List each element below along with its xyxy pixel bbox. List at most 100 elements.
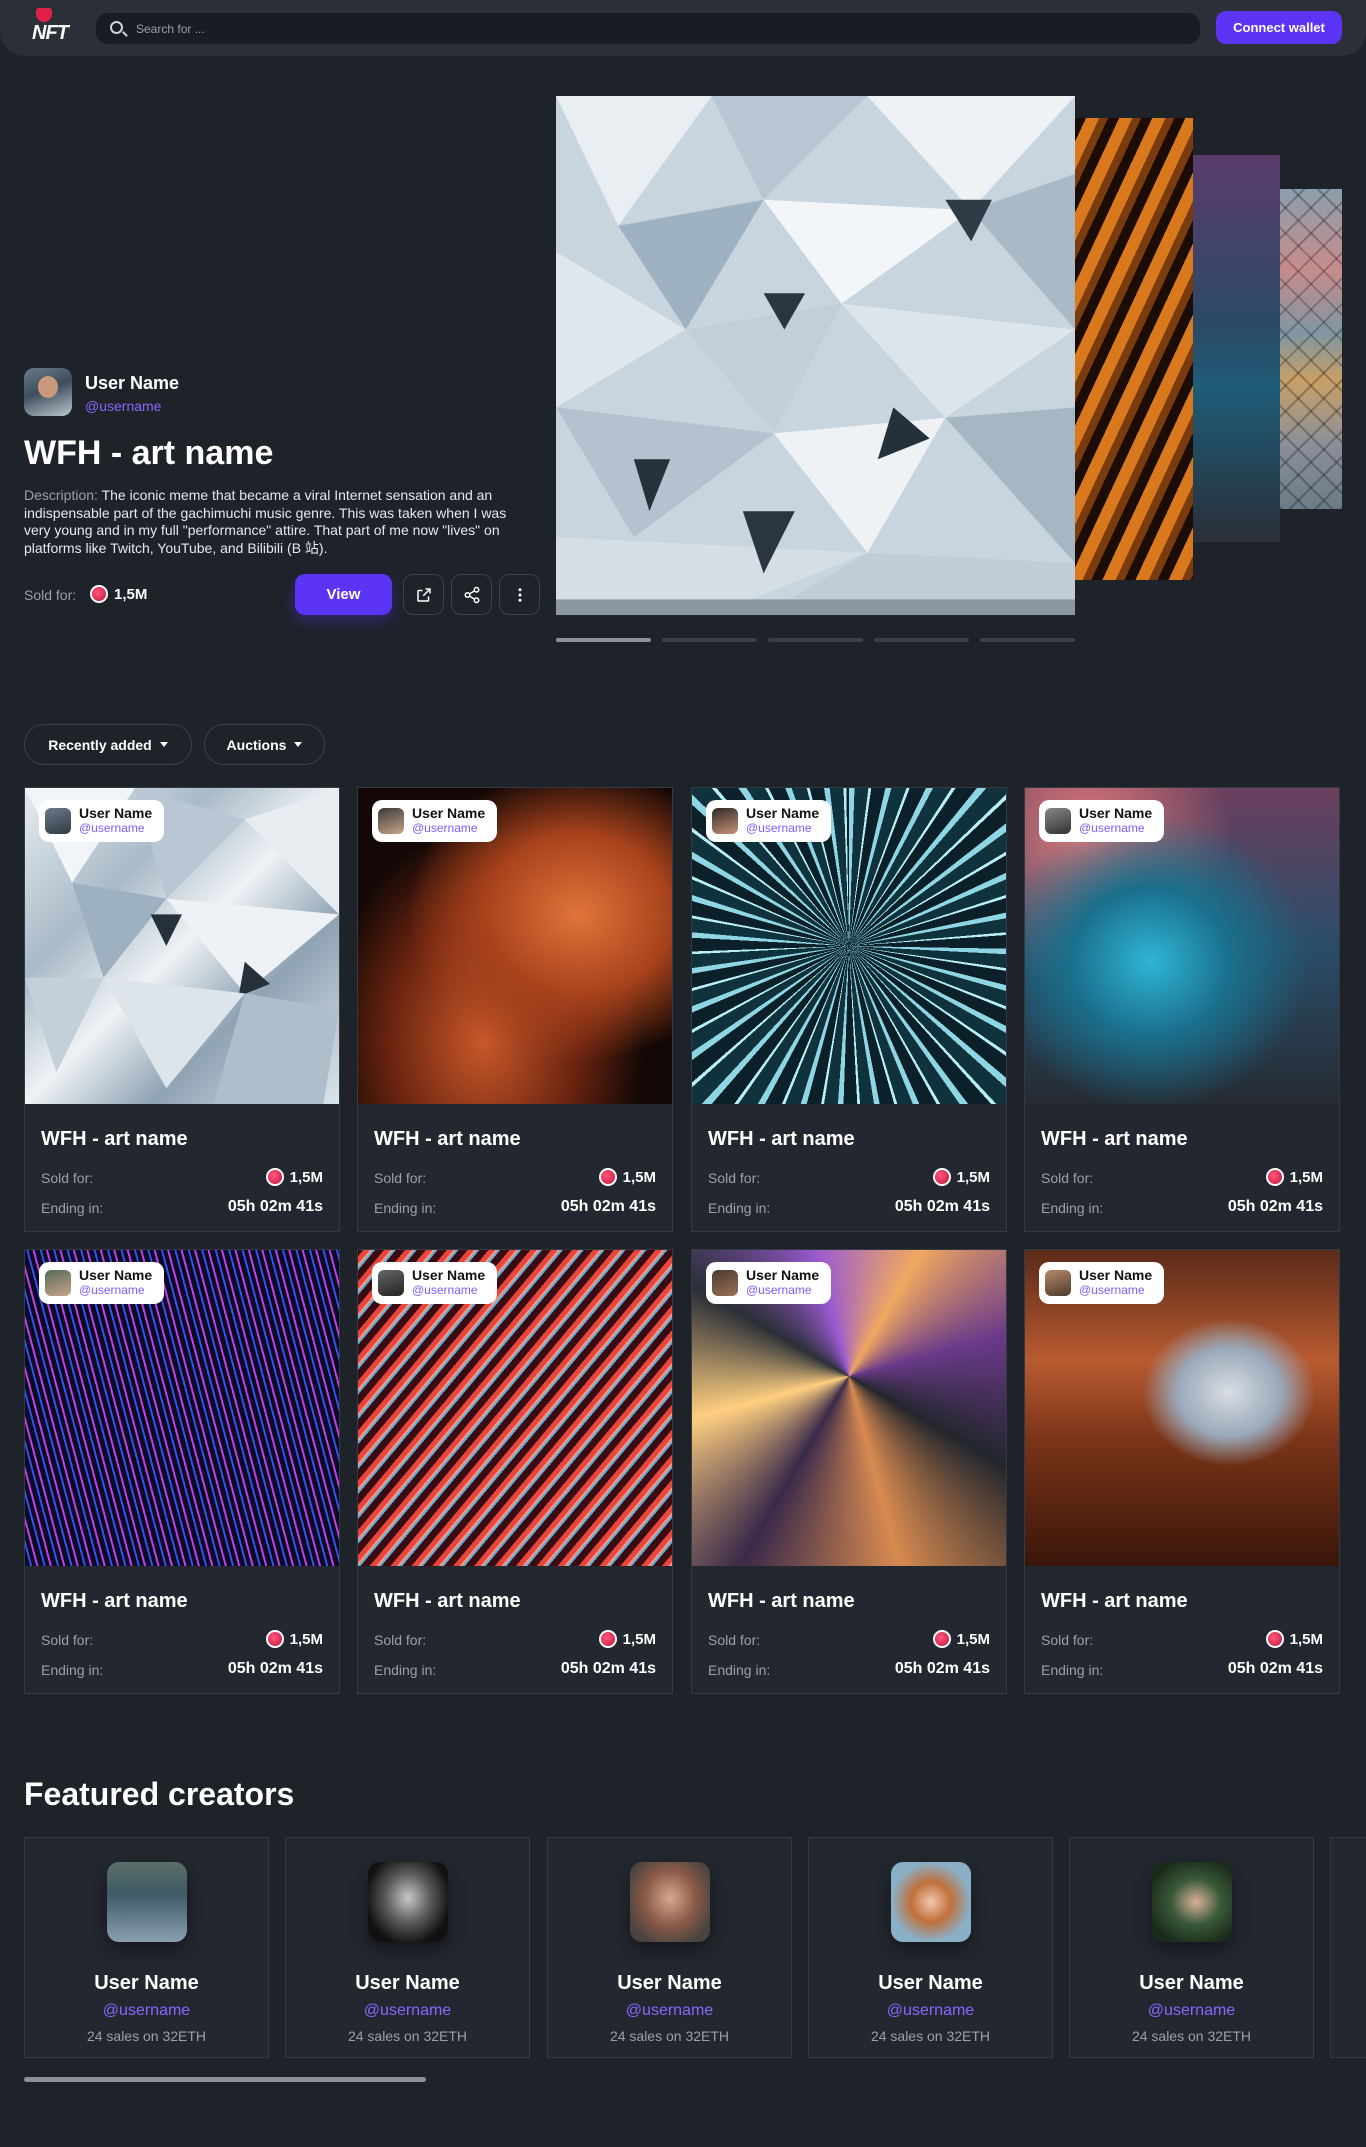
creator-handle[interactable]: @username bbox=[809, 2002, 1052, 2020]
card-user-name: User Name bbox=[79, 805, 153, 821]
nft-card[interactable]: User Name @username WFH - art name Sold f… bbox=[691, 1249, 1007, 1694]
card-title: WFH - art name bbox=[708, 1590, 855, 1612]
featured-creators-title: Featured creators bbox=[24, 1776, 295, 1812]
nft-card[interactable]: User Name @username WFH - art name Sold f… bbox=[24, 787, 340, 1232]
slider-dot-4[interactable] bbox=[874, 638, 969, 642]
sold-label: Sold for: bbox=[1041, 1170, 1094, 1186]
ending-value: 05h 02m 41s bbox=[560, 1198, 656, 1215]
nft-card[interactable]: User Name @username WFH - art name Sold f… bbox=[357, 1249, 673, 1694]
hero-sold-label: Sold for: bbox=[24, 587, 77, 603]
creator-card[interactable]: User Name @username 24 sales on 32ETH bbox=[1069, 1837, 1314, 2058]
nft-card[interactable]: User Name @username WFH - art name Sold f… bbox=[1024, 1249, 1340, 1694]
ending-label: Ending in: bbox=[708, 1200, 771, 1216]
ending-label: Ending in: bbox=[1041, 1200, 1104, 1216]
creator-card-partial[interactable] bbox=[1330, 1837, 1366, 2058]
creator-card[interactable]: User Name @username 24 sales on 32ETH bbox=[285, 1837, 530, 2058]
avatar bbox=[45, 1270, 71, 1296]
sold-value: 1,5M bbox=[932, 1168, 990, 1186]
creator-card[interactable]: User Name @username 24 sales on 32ETH bbox=[547, 1837, 792, 2058]
nft-card[interactable]: User Name @username WFH - art name Sold f… bbox=[357, 787, 673, 1232]
avatar bbox=[1045, 808, 1071, 834]
creator-card[interactable]: User Name @username 24 sales on 32ETH bbox=[24, 1837, 269, 2058]
creator-name: User Name bbox=[355, 1972, 460, 1994]
slide-preview-3[interactable] bbox=[1193, 155, 1280, 542]
creator-card[interactable]: User Name @username 24 sales on 32ETH bbox=[808, 1837, 1053, 2058]
view-button[interactable]: View bbox=[295, 574, 392, 615]
connect-wallet-button[interactable]: Connect wallet bbox=[1216, 11, 1342, 44]
card-title: WFH - art name bbox=[374, 1590, 521, 1612]
nft-logo[interactable]: NFT bbox=[28, 8, 70, 48]
sold-label: Sold for: bbox=[374, 1632, 427, 1648]
gem-icon bbox=[36, 8, 52, 22]
hero-user-name[interactable]: User Name bbox=[85, 373, 179, 394]
slider-dot-5[interactable] bbox=[980, 638, 1075, 642]
horizontal-scrollbar[interactable] bbox=[24, 2077, 426, 2082]
ending-label: Ending in: bbox=[41, 1200, 104, 1216]
coin-icon bbox=[90, 585, 108, 603]
sold-amount: 1,5M bbox=[1289, 1168, 1323, 1186]
avatar bbox=[368, 1862, 448, 1942]
card-title: WFH - art name bbox=[41, 1128, 188, 1150]
ending-label: Ending in: bbox=[41, 1662, 104, 1678]
auctions-dropdown[interactable]: Auctions bbox=[204, 724, 325, 765]
sold-amount: 1,5M bbox=[956, 1630, 990, 1648]
creator-sales: 24 sales on 32ETH bbox=[1131, 2028, 1252, 2044]
sold-value: 1,5M bbox=[1265, 1630, 1323, 1648]
card-title: WFH - art name bbox=[374, 1128, 521, 1150]
creator-handle[interactable]: @username bbox=[25, 2002, 268, 2020]
share-icon bbox=[464, 586, 479, 603]
card-user-name: User Name bbox=[1079, 805, 1153, 821]
search-bar[interactable] bbox=[96, 13, 1200, 44]
creator-handle[interactable]: @username bbox=[1070, 2002, 1313, 2020]
external-link-icon bbox=[416, 587, 431, 602]
creator-sales: 24 sales on 32ETH bbox=[870, 2028, 991, 2044]
creator-name: User Name bbox=[617, 1972, 722, 1994]
slider-dot-1[interactable] bbox=[556, 638, 651, 642]
avatar bbox=[630, 1862, 710, 1942]
card-user-chip[interactable]: User Name @username bbox=[39, 800, 165, 842]
creator-handle[interactable]: @username bbox=[286, 2002, 529, 2020]
card-user-name: User Name bbox=[746, 805, 820, 821]
card-user-chip[interactable]: User Name @username bbox=[1039, 800, 1165, 842]
card-user-name: User Name bbox=[1079, 1267, 1153, 1283]
ending-value: 05h 02m 41s bbox=[1227, 1198, 1323, 1215]
more-options-button[interactable] bbox=[499, 574, 540, 615]
slider-dot-3[interactable] bbox=[768, 638, 863, 642]
ending-label: Ending in: bbox=[708, 1662, 771, 1678]
slider-dot-2[interactable] bbox=[662, 638, 757, 642]
slide-main-image[interactable] bbox=[556, 96, 1075, 615]
share-button[interactable] bbox=[451, 574, 492, 615]
nft-card[interactable]: User Name @username WFH - art name Sold f… bbox=[1024, 787, 1340, 1232]
creator-handle[interactable]: @username bbox=[548, 2002, 791, 2020]
ending-value: 05h 02m 41s bbox=[894, 1198, 990, 1215]
coin-icon bbox=[932, 1168, 951, 1186]
sold-value: 1,5M bbox=[598, 1630, 656, 1648]
avatar bbox=[107, 1862, 187, 1942]
avatar bbox=[712, 1270, 738, 1296]
slider-dots bbox=[556, 638, 1075, 642]
coin-icon bbox=[265, 1168, 284, 1186]
card-user-chip[interactable]: User Name @username bbox=[39, 1262, 165, 1304]
slide-preview-4[interactable] bbox=[1280, 189, 1342, 509]
nft-card[interactable]: User Name @username WFH - art name Sold f… bbox=[691, 787, 1007, 1232]
hero-user-handle[interactable]: @username bbox=[85, 398, 161, 414]
top-bar: NFT Connect wallet bbox=[0, 0, 1366, 56]
card-user-chip[interactable]: User Name @username bbox=[1039, 1262, 1165, 1304]
card-title: WFH - art name bbox=[41, 1590, 188, 1612]
geometric-artwork bbox=[556, 96, 1075, 615]
card-user-chip[interactable]: User Name @username bbox=[706, 800, 832, 842]
card-user-chip[interactable]: User Name @username bbox=[706, 1262, 832, 1304]
sold-value: 1,5M bbox=[598, 1168, 656, 1186]
open-external-button[interactable] bbox=[403, 574, 444, 615]
coin-icon bbox=[932, 1630, 951, 1648]
creator-name: User Name bbox=[1139, 1972, 1244, 1994]
nft-card[interactable]: User Name @username WFH - art name Sold f… bbox=[24, 1249, 340, 1694]
slide-preview-2[interactable] bbox=[1075, 118, 1193, 580]
hero-user-avatar[interactable] bbox=[24, 368, 72, 416]
recently-added-dropdown[interactable]: Recently added bbox=[24, 724, 192, 765]
ending-value: 05h 02m 41s bbox=[227, 1660, 323, 1677]
search-input[interactable] bbox=[136, 13, 1176, 44]
card-user-chip[interactable]: User Name @username bbox=[372, 800, 498, 842]
avatar bbox=[378, 808, 404, 834]
card-user-chip[interactable]: User Name @username bbox=[372, 1262, 498, 1304]
